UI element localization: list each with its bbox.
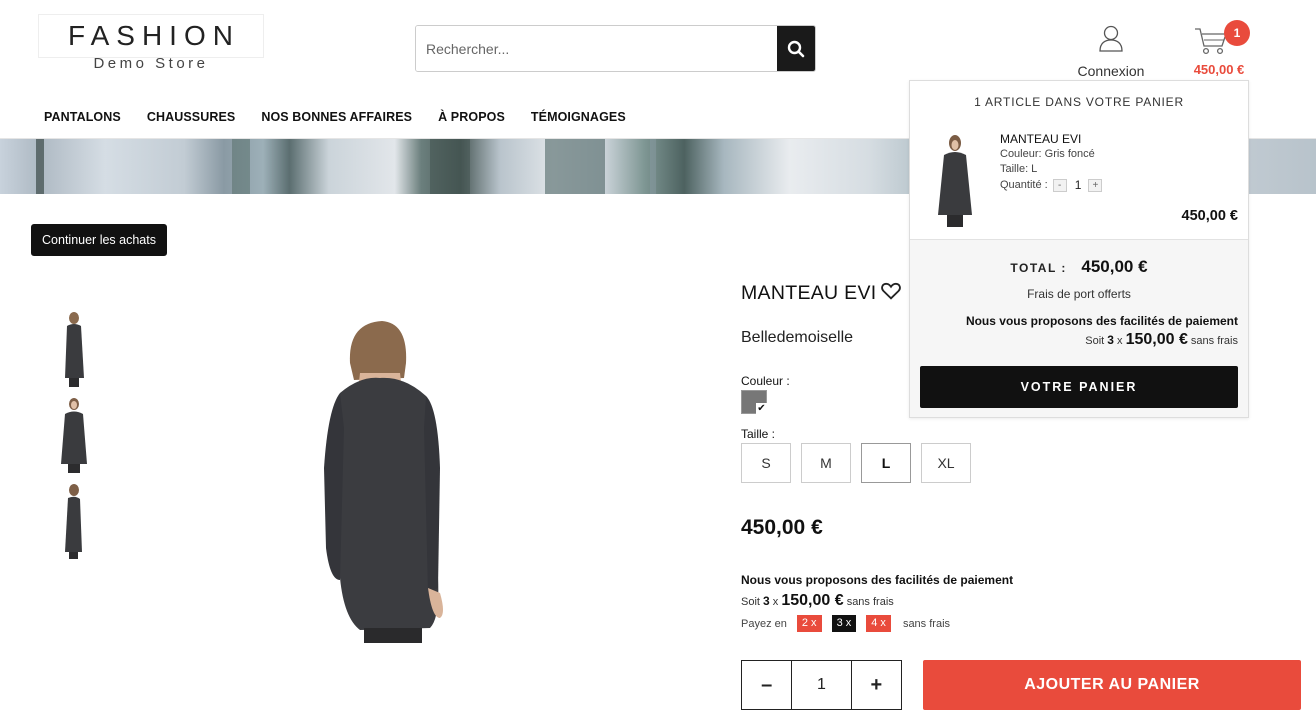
cart-dropdown-footer: TOTAL : 450,00 € Frais de port offerts N…: [910, 239, 1248, 417]
size-option-s[interactable]: S: [741, 443, 791, 483]
cart-total: 450,00 €: [1193, 62, 1245, 77]
cart-item-quantity-label: Quantité :: [1000, 179, 1048, 191]
payment-option-2x[interactable]: 2 x: [796, 615, 822, 632]
cart-total-label: TOTAL :: [1010, 261, 1067, 275]
search-input[interactable]: [416, 26, 778, 71]
product-price: 450,00 €: [741, 516, 823, 539]
payment-options-no-fees: sans frais: [902, 617, 951, 630]
quantity-input[interactable]: 1: [791, 661, 852, 709]
color-swatch[interactable]: ✔: [741, 390, 767, 414]
product-main-image[interactable]: [300, 318, 480, 643]
cart-total-row: TOTAL : 450,00 €: [910, 257, 1248, 277]
payment-times: 3: [763, 594, 770, 608]
search-button[interactable]: [777, 26, 815, 71]
free-shipping-note: Frais de port offerts: [1027, 287, 1131, 301]
size-label: Taille :: [741, 427, 776, 441]
main-nav: PANTALONS CHAUSSURES NOS BONNES AFFAIRES…: [44, 110, 652, 124]
payment-facilities-heading: Nous vous proposons des facilités de pai…: [741, 573, 1014, 587]
color-label: Couleur :: [741, 374, 790, 388]
size-option-l[interactable]: L: [861, 443, 911, 483]
cart-item-quantity-value: 1: [1074, 178, 1082, 192]
cart-payment-no-fees: sans frais: [1190, 335, 1238, 347]
nav-item-a-propos[interactable]: À PROPOS: [438, 110, 505, 124]
user-icon: [1099, 25, 1123, 52]
product-thumbnail-2[interactable]: [52, 394, 96, 474]
size-option-m[interactable]: M: [801, 443, 851, 483]
quantity-plus-button[interactable]: +: [852, 661, 901, 709]
cart-payment-amount: 150,00 €: [1125, 331, 1188, 348]
cart-item-quantity: Quantité : - 1 +: [1000, 178, 1103, 192]
payment-installment-amount: 150,00 €: [781, 592, 844, 609]
payment-soit: Soit: [741, 596, 760, 608]
login-link[interactable]: Connexion: [1070, 24, 1152, 79]
cart-item-plus-button[interactable]: +: [1088, 178, 1103, 192]
product-title: MANTEAU EVI: [741, 282, 877, 304]
cart-payment-soit: Soit: [1085, 335, 1105, 347]
cart-item-color: Couleur: Gris foncé: [1000, 148, 1095, 160]
nav-item-temoignages[interactable]: TÉMOIGNAGES: [531, 110, 626, 124]
payment-no-fees: sans frais: [846, 596, 894, 608]
cart-dropdown: 1 ARTICLE DANS VOTRE PANIER MANTEAU EVI …: [909, 80, 1249, 418]
payment-x: x: [772, 596, 779, 608]
cart-payment-installment: Soit 3 x 150,00 € sans frais: [1085, 331, 1238, 349]
nav-item-chaussures[interactable]: CHAUSSURES: [147, 110, 236, 124]
view-cart-button[interactable]: VOTRE PANIER: [920, 366, 1238, 408]
payment-option-3x[interactable]: 3 x: [831, 615, 857, 632]
payment-option-4x[interactable]: 4 x: [866, 615, 891, 632]
logo-title: FASHION: [68, 20, 240, 51]
cart-icon: [1195, 28, 1227, 55]
size-selector: S M L XL: [741, 443, 981, 483]
login-label: Connexion: [1077, 63, 1145, 79]
product-thumbnail-3[interactable]: [52, 480, 96, 560]
cart-payment-heading: Nous vous proposons des facilités de pai…: [965, 314, 1238, 328]
check-icon: ✔: [756, 403, 767, 414]
cart-item-size: Taille: L: [1000, 163, 1038, 175]
store-logo[interactable]: FASHION Demo Store: [38, 14, 264, 72]
cart-payment-x: x: [1117, 335, 1123, 347]
quantity-stepper: – 1 +: [741, 660, 902, 710]
product-thumbnail-1[interactable]: [52, 308, 96, 388]
payment-options: Payez en 2 x 3 x 4 x sans frais: [741, 615, 950, 632]
search-icon: [787, 40, 805, 57]
nav-item-bonnes-affaires[interactable]: NOS BONNES AFFAIRES: [261, 110, 412, 124]
size-option-xl[interactable]: XL: [921, 443, 971, 483]
cart-total-value: 450,00 €: [1081, 257, 1148, 276]
cart-dropdown-heading: 1 ARTICLE DANS VOTRE PANIER: [974, 95, 1184, 109]
payment-payez-en: Payez en: [741, 617, 787, 630]
cart-item-price: 450,00 €: [1181, 208, 1238, 224]
cart-item-name[interactable]: MANTEAU EVI: [1000, 132, 1081, 146]
cart-item-minus-button[interactable]: -: [1052, 178, 1067, 192]
cart-item-image[interactable]: [930, 131, 980, 229]
cart-count-badge: 1: [1224, 20, 1250, 46]
continue-shopping-button[interactable]: Continuer les achats: [31, 224, 167, 256]
search-bar: [415, 25, 816, 72]
logo-subtitle: Demo Store: [93, 55, 209, 72]
nav-item-pantalons[interactable]: PANTALONS: [44, 110, 121, 124]
payment-installment-line: Soit 3 x 150,00 € sans frais: [741, 592, 894, 610]
cart-payment-times: 3: [1107, 333, 1114, 347]
quantity-minus-button[interactable]: –: [742, 661, 791, 709]
product-brand[interactable]: Belledemoiselle: [741, 329, 853, 347]
wishlist-heart-icon[interactable]: [880, 280, 902, 302]
add-to-cart-button[interactable]: AJOUTER AU PANIER: [923, 660, 1301, 710]
